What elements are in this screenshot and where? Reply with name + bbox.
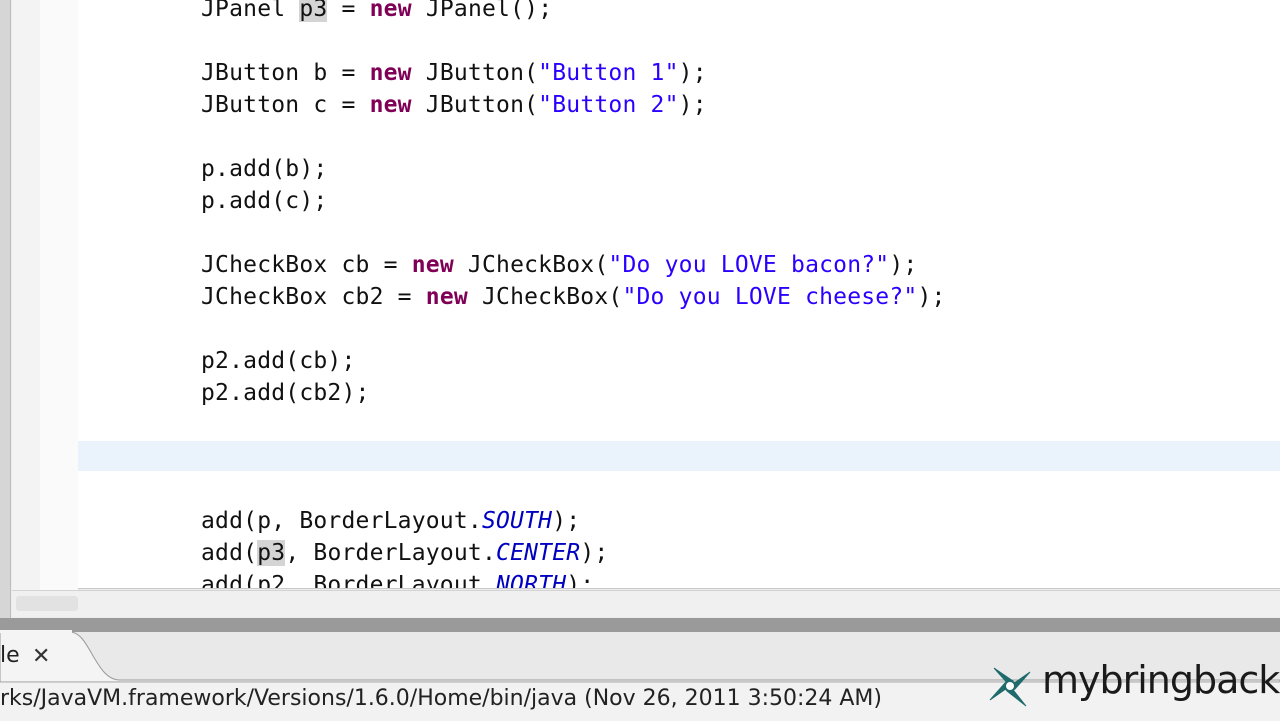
console-tab-label[interactable]: le — [0, 643, 20, 668]
keyword-token: new — [369, 0, 412, 22]
code-token: JButton( — [411, 92, 539, 118]
code-token: , BorderLayout. — [285, 540, 497, 566]
code-token: p.add(c); — [201, 188, 328, 214]
watermark-text: mybringback — [1042, 658, 1280, 702]
code-line[interactable]: add(p2, BorderLayout.NORTH); — [201, 569, 595, 589]
code-token: add(p2, BorderLayout. — [201, 572, 496, 589]
code-line[interactable]: JPanel p3 = new JPanel(); — [201, 0, 552, 25]
code-token: JCheckBox cb2 = — [201, 284, 426, 310]
code-line[interactable]: p2.add(cb); — [201, 345, 356, 377]
string-token: "Do you LOVE cheese?" — [622, 284, 918, 310]
code-line[interactable]: JButton c = new JButton("Button 2"); — [201, 89, 707, 121]
code-editor[interactable]: JPanel p3 = new JPanel(); JButton b = ne… — [0, 0, 1280, 618]
horizontal-scrollbar[interactable] — [12, 590, 1280, 617]
code-line[interactable]: p2.add(cb2); — [201, 377, 370, 409]
code-token: add(p, BorderLayout. — [201, 508, 482, 534]
keyword-token: new — [369, 92, 412, 118]
code-line[interactable]: JCheckBox cb2 = new JCheckBox("Do you LO… — [201, 281, 946, 313]
string-token: "Button 1" — [538, 60, 679, 86]
code-token: add( — [201, 540, 258, 566]
code-line[interactable]: add(p3, BorderLayout.CENTER); — [201, 537, 608, 569]
code-token: ); — [580, 540, 609, 566]
code-token: p2.add(cb); — [201, 348, 356, 374]
keyword-token: new — [411, 252, 454, 278]
code-line[interactable]: JButton b = new JButton("Button 1"); — [201, 57, 707, 89]
watermark-logo: mybringback — [986, 658, 1280, 714]
close-icon[interactable]: ✕ — [32, 646, 54, 668]
code-token: p2.add(cb2); — [201, 380, 370, 406]
current-line-highlight — [78, 441, 1280, 471]
code-token: ); — [889, 252, 918, 278]
code-line[interactable]: JCheckBox cb = new JCheckBox("Do you LOV… — [201, 249, 917, 281]
code-token: JPanel(); — [411, 0, 553, 22]
constant-token: CENTER — [496, 540, 581, 566]
code-token: JButton b = — [201, 60, 370, 86]
code-token: JPanel — [201, 0, 300, 22]
code-token: ); — [678, 92, 707, 118]
code-token: ); — [552, 508, 581, 534]
code-token: = — [327, 0, 370, 22]
code-line[interactable]: p.add(c); — [201, 185, 327, 217]
starburst-logo-icon — [989, 667, 1031, 707]
editor-left-border — [0, 0, 11, 618]
code-token: JButton( — [411, 60, 539, 86]
code-token: ); — [566, 572, 595, 589]
code-token: p.add(b); — [201, 156, 328, 182]
code-token: ); — [678, 60, 707, 86]
code-token: JCheckBox( — [453, 252, 609, 278]
constant-token: SOUTH — [481, 508, 553, 534]
line-number-ruler — [40, 0, 79, 590]
scrollbar-thumb[interactable] — [16, 596, 78, 611]
constant-token: NORTH — [496, 572, 567, 589]
keyword-token: new — [425, 284, 468, 310]
code-token: ); — [917, 284, 946, 310]
code-token: JCheckBox( — [467, 284, 623, 310]
code-token: JButton c = — [201, 92, 370, 118]
code-line[interactable]: p.add(b); — [201, 153, 327, 185]
vertical-ruler — [12, 0, 40, 590]
code-line[interactable]: add(p, BorderLayout.SOUTH); — [201, 505, 580, 537]
code-token: JCheckBox cb = — [201, 252, 412, 278]
code-text-area[interactable]: JPanel p3 = new JPanel(); JButton b = ne… — [78, 0, 1280, 589]
string-token: "Button 2" — [538, 92, 679, 118]
string-token: "Do you LOVE bacon?" — [608, 252, 890, 278]
console-process-path: rks/JavaVM.framework/Versions/1.6.0/Home… — [0, 686, 882, 711]
highlighted-occurrence: p3 — [257, 540, 286, 566]
highlighted-occurrence: p3 — [299, 0, 328, 22]
keyword-token: new — [369, 60, 412, 86]
